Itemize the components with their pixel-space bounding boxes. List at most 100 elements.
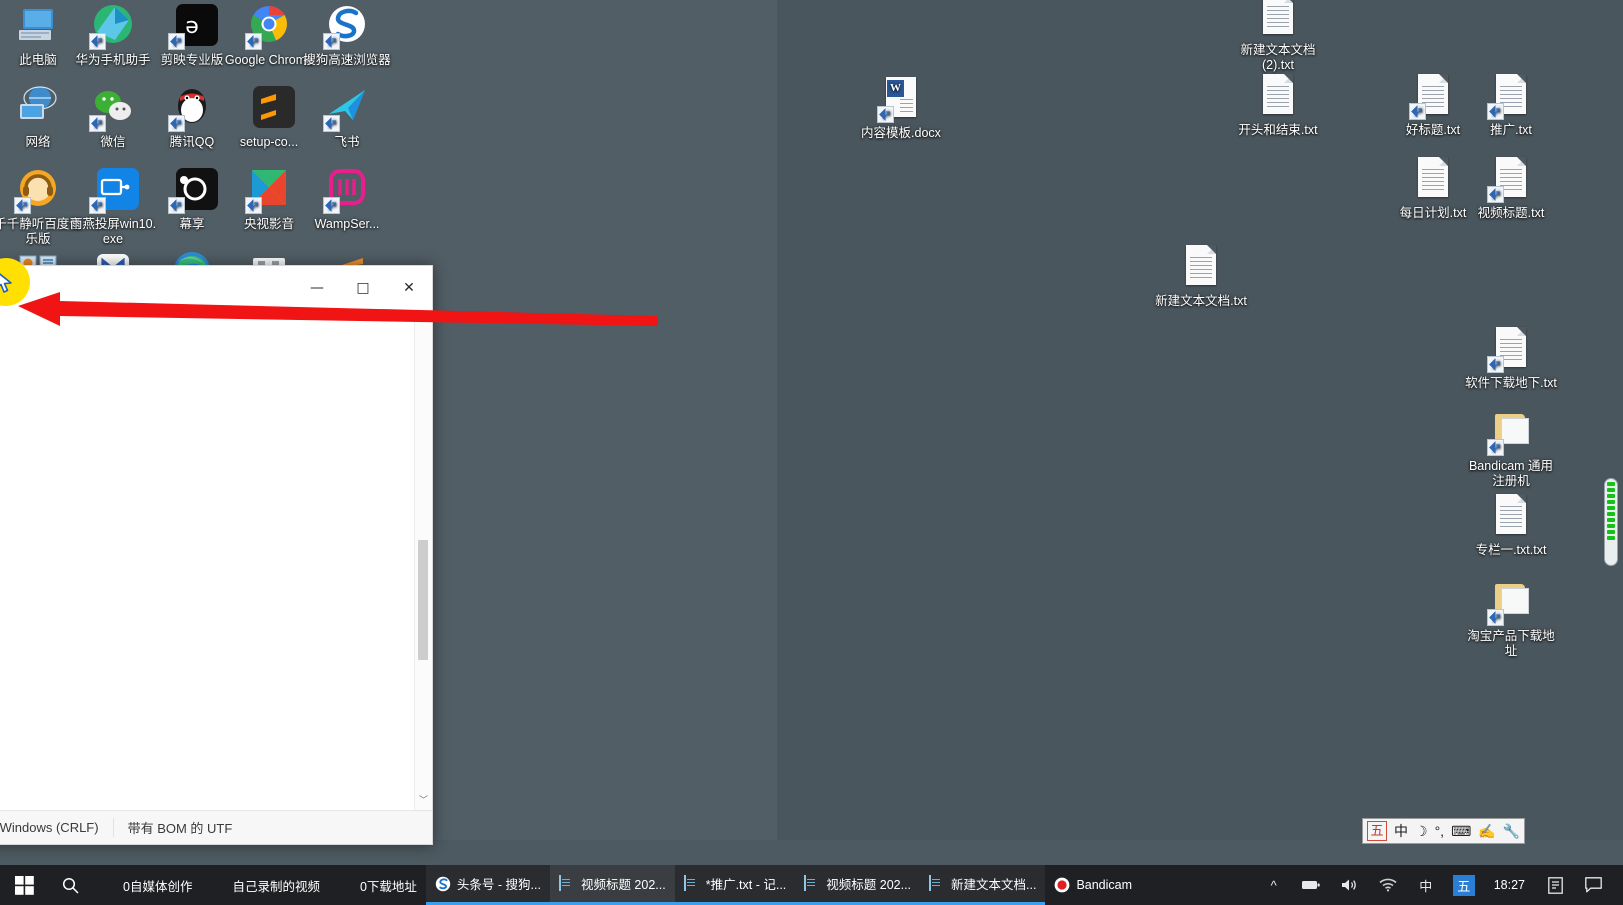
word-doc-icon: W ↗ [877, 75, 925, 123]
desktop-icon-label: 软件下载地下.txt [1465, 376, 1557, 390]
desktop-icon-file-video-title[interactable]: ↗ 视频标题.txt [1465, 155, 1557, 221]
network-wifi-icon[interactable] [1370, 865, 1406, 905]
volume-icon[interactable] [1332, 865, 1368, 905]
close-button[interactable]: ✕ [386, 268, 432, 308]
notes-icon[interactable] [1537, 865, 1573, 905]
taskbar-item-label: *推广.txt - 记... [705, 878, 787, 892]
desktop-screen: 此电脑 ↗ 华为手机助手 ǝ ↗ 剪映专业版 ↗ Google Chrome ↗… [0, 0, 1623, 905]
text-file-icon [1254, 72, 1302, 120]
vertical-scrollbar[interactable]: ︿ ﹀ [414, 310, 432, 810]
shortcut-badge-icon: ↗ [1409, 103, 1426, 120]
desktop-icon-file-newtext2[interactable]: 新建文本文档 (2).txt [1232, 0, 1324, 73]
taskbar-item-label: 头条号 - 搜狗... [456, 878, 541, 892]
desktop-icon-label: 新建文本文档.txt [1155, 294, 1247, 308]
status-line-ending[interactable]: Windows (CRLF) [0, 820, 113, 835]
show-hidden-icons-button[interactable]: ^ [1256, 865, 1292, 905]
folder-icon: ↗ [1487, 578, 1535, 626]
taskbar-item-label: 视频标题 202... [826, 878, 912, 892]
notepad-icon [929, 874, 945, 892]
shortcut-badge-icon: ↗ [245, 197, 262, 214]
desktop-icon-folder-bandicam[interactable]: ↗ Bandicam 通用注册机 [1465, 408, 1557, 489]
desktop-icon-file-newtext[interactable]: 新建文本文档.txt [1155, 243, 1247, 309]
shortcut-badge-icon: ↗ [323, 197, 340, 214]
folder-icon [338, 877, 354, 893]
taskbar-window-sogou[interactable]: 头条号 - 搜狗... [425, 865, 550, 905]
taskbar-item-bandicam[interactable]: Bandicam [1045, 865, 1141, 905]
battery-icon[interactable] [1294, 865, 1330, 905]
computer-icon [14, 2, 62, 50]
desktop-icon-file-word[interactable]: W ↗ 内容模板.docx [855, 75, 947, 141]
shortcut-badge-icon: ↗ [89, 33, 106, 50]
window-title-bar[interactable]: — □ ✕ [0, 266, 432, 311]
sogou-icon [435, 876, 451, 892]
desktop-icon-file-column1[interactable]: 专栏一.txt.txt [1465, 492, 1557, 558]
ime-mode-tray-icon[interactable]: 五 [1446, 865, 1482, 905]
app-icon: ↗ [14, 166, 62, 214]
shortcut-badge-icon: ↗ [89, 115, 106, 132]
desktop-icon-feishu[interactable]: ↗ 飞书 [301, 84, 393, 150]
svg-text:ǝ: ǝ [185, 14, 199, 39]
maximize-button[interactable]: □ [340, 268, 386, 308]
ime-moon-icon[interactable]: ☽ [1415, 820, 1428, 842]
text-file-icon [1177, 243, 1225, 291]
taskbar-window-notepad-1[interactable]: 视频标题 202... [549, 865, 675, 905]
desktop-icon-wampserver[interactable]: ↗ WampSer... [301, 166, 393, 232]
clock-time: 18:27 [1493, 878, 1525, 892]
desktop-icon-folder-taobao[interactable]: ↗ 淘宝产品下载地址 [1465, 578, 1557, 659]
ime-keyboard-icon[interactable]: ⌨ [1451, 820, 1471, 842]
start-button[interactable] [0, 865, 48, 905]
minimize-button[interactable]: — [294, 268, 340, 308]
taskbar: 0自媒体创作 自己录制的视频 0下载地址 头条号 - 搜狗... 视频标题 20… [0, 865, 1623, 905]
taskbar-window-notepad-4[interactable]: 新建文本文档... [920, 865, 1046, 905]
text-line: 分屏】 [0, 503, 418, 525]
notepad-text-area[interactable]: 首 分屏】 [0, 311, 432, 811]
ime-floating-toolbar[interactable]: 五 中 ☽ °, ⌨ ✍ 🔧 [1362, 818, 1526, 844]
taskbar-item-label: 自己录制的视频 [232, 879, 320, 894]
text-file-icon: ↗ [1409, 72, 1457, 120]
app-icon [245, 84, 295, 132]
desktop-icon-sogou-browser[interactable]: ↗ 搜狗高速浏览器 [301, 2, 393, 68]
taskbar-window-notepad-2[interactable]: *推广.txt - 记... [674, 865, 796, 905]
ime-punctuation-icon[interactable]: °, [1435, 820, 1445, 842]
shortcut-badge-icon: ↗ [89, 197, 106, 214]
shortcut-badge-icon: ↗ [14, 197, 31, 214]
desktop-icon-file-start-end[interactable]: 开头和结束.txt [1232, 72, 1324, 138]
taskbar-item-folder-3[interactable]: 0下载地址 [329, 865, 426, 905]
taskbar-item-folder-2[interactable]: 自己录制的视频 [201, 865, 329, 905]
shortcut-badge-icon: ↗ [245, 33, 262, 50]
action-center-icon[interactable] [1575, 865, 1611, 905]
scroll-up-arrow[interactable]: ︿ [415, 310, 432, 328]
app-icon: ↗ [89, 166, 139, 214]
text-file-icon: ↗ [1487, 72, 1535, 120]
desktop-icon-file-promotion[interactable]: ↗ 推广.txt [1465, 72, 1557, 138]
app-icon: ↗ [89, 84, 137, 132]
shortcut-badge-icon: ↗ [1487, 103, 1504, 120]
notepad-icon [683, 874, 700, 892]
shortcut-badge-icon: ↗ [1487, 609, 1504, 626]
scrollbar-thumb[interactable] [418, 540, 428, 660]
taskbar-item-label: 0自媒体创作 [123, 879, 193, 894]
notepad-window[interactable]: — □ ✕ 首 分屏】 ︿ ﹀ 第 39 行，第 39 列 100% Windo… [0, 265, 433, 845]
taskbar-clock[interactable]: 18:27 [1484, 865, 1535, 905]
search-button[interactable] [48, 865, 92, 905]
status-encoding[interactable]: 带有 BOM 的 UTF [112, 818, 247, 837]
desktop-icon-file-software-dl[interactable]: ↗ 软件下载地下.txt [1465, 325, 1557, 391]
taskbar-item-label: 0下载地址 [359, 879, 417, 894]
app-icon: ↗ [245, 2, 293, 50]
taskbar-item-folder-1[interactable]: 0自媒体创作 [92, 865, 201, 905]
notepad-icon [804, 874, 820, 892]
app-icon: ↗ [323, 2, 371, 50]
shortcut-badge-icon: ↗ [1487, 439, 1504, 456]
ime-mode-icon[interactable]: 五 [1367, 821, 1387, 841]
desktop-icon-label: WampSer... [314, 217, 380, 231]
taskbar-item-label: Bandicam [1076, 878, 1133, 892]
show-desktop-button[interactable] [1613, 865, 1619, 905]
ime-settings-icon[interactable]: 🔧 [1503, 820, 1520, 842]
ime-handwriting-icon[interactable]: ✍ [1478, 820, 1495, 842]
taskbar-window-notepad-3[interactable]: 视频标题 202... [795, 865, 921, 905]
app-icon: ↗ [245, 166, 293, 214]
ime-language-icon[interactable]: 中 [1408, 865, 1444, 905]
ime-chinese-english-icon[interactable]: 中 [1394, 820, 1408, 842]
scroll-down-arrow[interactable]: ﹀ [415, 792, 432, 810]
app-icon: ↗ [168, 84, 216, 132]
